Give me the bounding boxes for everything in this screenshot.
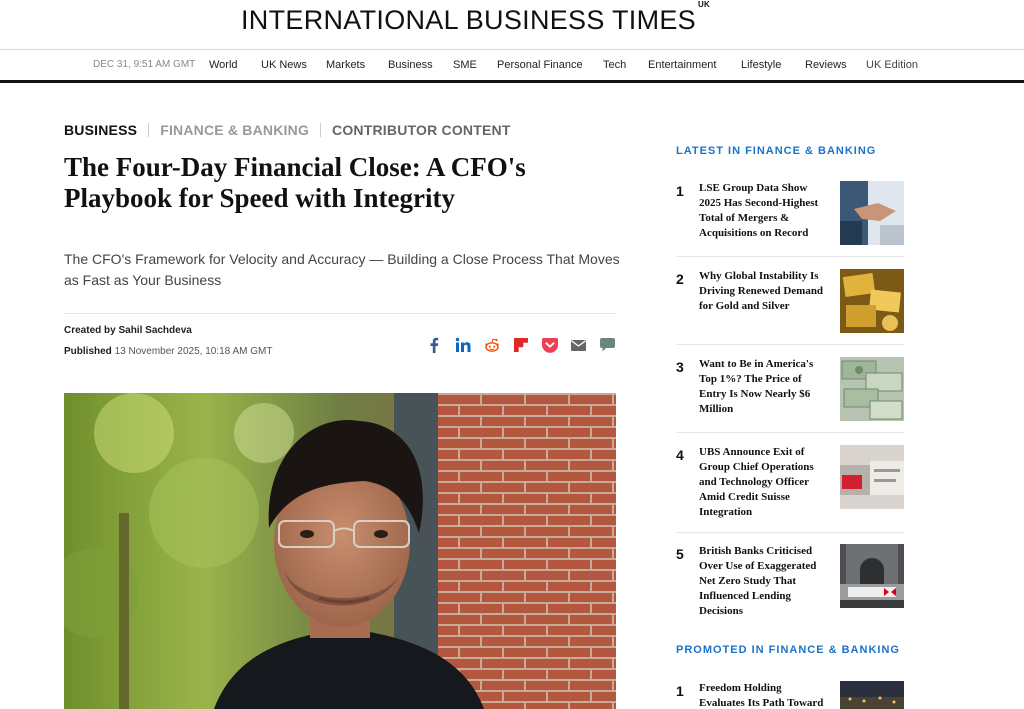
divider [676, 432, 904, 433]
site-logo[interactable]: INTERNATIONAL BUSINESS TIMESUK [241, 0, 710, 36]
masthead: INTERNATIONAL BUSINESS TIMESUK [0, 0, 1024, 50]
list-item-number: 1 [676, 183, 684, 199]
nav-item-tech[interactable]: Tech [603, 59, 626, 71]
nav-item-lifestyle[interactable]: Lifestyle [741, 59, 781, 71]
author-line: Created by Sahil Sachdeva [64, 325, 192, 336]
published-label: Published [64, 346, 112, 357]
thumbnail-gold-bars[interactable] [840, 269, 904, 333]
edition-selector[interactable]: UK Edition [866, 59, 918, 71]
hero-image [64, 393, 616, 709]
facebook-icon[interactable] [419, 336, 448, 354]
latest-finance-heading[interactable]: LATEST IN FINANCE & BANKING [676, 145, 876, 157]
article-standfirst: The CFO's Framework for Velocity and Acc… [64, 251, 620, 288]
pocket-icon[interactable] [535, 336, 564, 354]
nav-item-markets[interactable]: Markets [326, 59, 365, 71]
comment-icon[interactable] [593, 336, 622, 354]
published-date: 13 November 2025, 10:18 AM GMT [114, 346, 273, 357]
edition-superscript: UK [697, 0, 711, 9]
article-headline: The Four-Day Financial Close: A CFO's Pl… [64, 152, 526, 213]
category-divider [148, 123, 150, 137]
linkedin-icon[interactable] [448, 336, 477, 354]
thumbnail-handshake[interactable] [840, 181, 904, 245]
list-item-title[interactable]: Want to Be in America's Top 1%? The Pric… [699, 357, 827, 417]
site-title: INTERNATIONAL BUSINESS TIMES [241, 5, 696, 35]
email-icon[interactable] [564, 336, 593, 354]
list-item-number: 5 [676, 546, 684, 562]
reddit-icon[interactable] [477, 336, 506, 354]
list-item-title[interactable]: Why Global Instability Is Driving Renewe… [699, 269, 827, 314]
nav-item-personal-finance[interactable]: Personal Finance [497, 59, 583, 71]
article-categories: BUSINESS FINANCE & BANKING CONTRIBUTOR CON… [64, 122, 511, 138]
main-nav: DEC 31, 9:51 AM GMT World UK News Market… [0, 51, 1024, 83]
category-finance-banking[interactable]: FINANCE & BANKING [160, 122, 309, 138]
list-item-number: 1 [676, 683, 684, 699]
nav-date: DEC 31, 9:51 AM GMT [93, 59, 196, 70]
flipboard-icon[interactable] [506, 336, 535, 354]
list-item-number: 2 [676, 271, 684, 287]
divider [676, 256, 904, 257]
thumbnail-city-night[interactable] [840, 681, 904, 709]
thumbnail-dollar-bills[interactable] [840, 357, 904, 421]
divider [676, 344, 904, 345]
created-by-label: Created by [64, 325, 116, 336]
list-item-title[interactable]: UBS Announce Exit of Group Chief Operati… [699, 445, 827, 520]
thumbnail-hsbc-building[interactable] [840, 544, 904, 608]
category-contributor-content[interactable]: CONTRIBUTOR CONTENT [332, 122, 511, 138]
list-item-number: 4 [676, 447, 684, 463]
category-business[interactable]: BUSINESS [64, 122, 137, 138]
nav-item-world[interactable]: World [209, 59, 238, 71]
divider [64, 313, 616, 314]
nav-item-business[interactable]: Business [388, 59, 433, 71]
nav-item-sme[interactable]: SME [453, 59, 477, 71]
nav-item-reviews[interactable]: Reviews [805, 59, 847, 71]
publish-line: Published 13 November 2025, 10:18 AM GMT [64, 346, 272, 357]
share-bar [419, 336, 622, 354]
nav-item-entertainment[interactable]: Entertainment [648, 59, 716, 71]
author-link[interactable]: Sahil Sachdeva [118, 325, 191, 336]
thumbnail-ubs-sign[interactable] [840, 445, 904, 509]
promoted-finance-heading[interactable]: PROMOTED IN FINANCE & BANKING [676, 644, 900, 656]
divider [676, 532, 904, 533]
category-divider [320, 123, 322, 137]
list-item-title[interactable]: Freedom Holding Evaluates Its Path Towar… [699, 681, 827, 709]
list-item-title[interactable]: British Banks Criticised Over Use of Exa… [699, 544, 827, 619]
list-item-number: 3 [676, 359, 684, 375]
list-item-title[interactable]: LSE Group Data Show 2025 Has Second-High… [699, 181, 827, 241]
nav-item-uk-news[interactable]: UK News [261, 59, 307, 71]
